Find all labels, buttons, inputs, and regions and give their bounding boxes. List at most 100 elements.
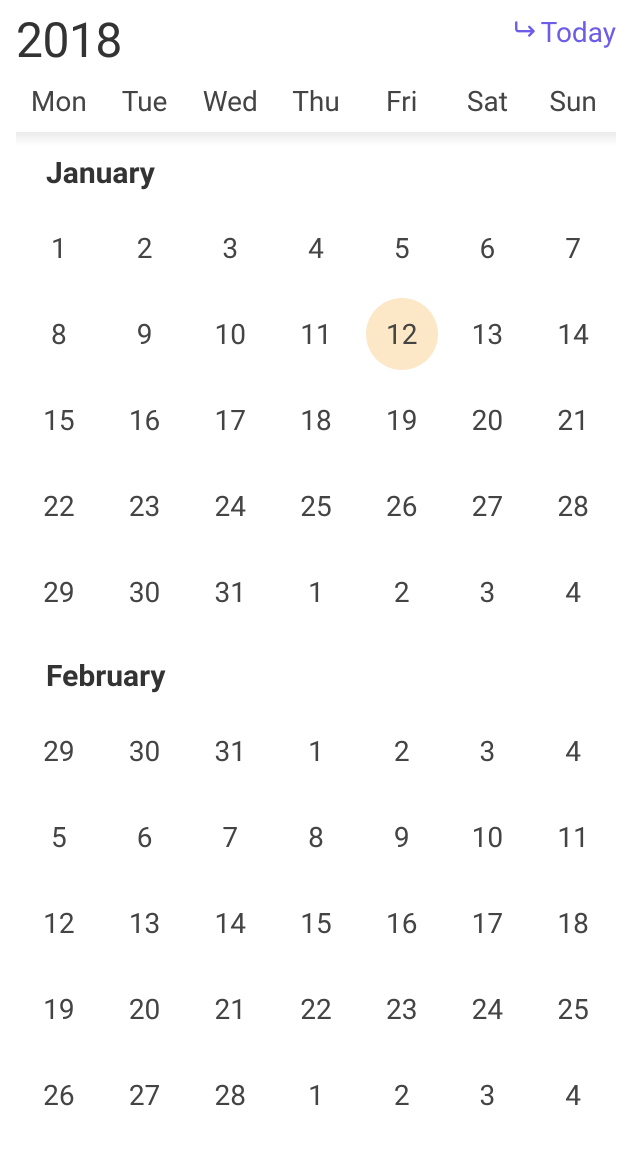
day-number: 15 (300, 907, 331, 940)
day-cell[interactable]: 30 (102, 549, 188, 635)
day-number: 23 (386, 993, 417, 1026)
day-cell[interactable]: 5 (359, 205, 445, 291)
day-grid: 2930311234567891011121314151617181920212… (16, 708, 616, 1138)
day-cell[interactable]: 2 (359, 549, 445, 635)
day-cell[interactable]: 14 (187, 880, 273, 966)
day-number: 12 (386, 318, 417, 351)
day-cell[interactable]: 26 (359, 463, 445, 549)
day-cell[interactable]: 6 (445, 205, 531, 291)
months-scroll-area[interactable]: January123456789101112131415161718192021… (16, 132, 616, 1152)
day-cell[interactable]: 30 (102, 708, 188, 794)
day-cell[interactable]: 20 (102, 966, 188, 1052)
day-cell[interactable]: 23 (359, 966, 445, 1052)
day-cell[interactable]: 8 (16, 291, 102, 377)
day-cell[interactable]: 20 (445, 377, 531, 463)
day-cell[interactable]: 13 (102, 880, 188, 966)
year-label: 2018 (16, 12, 122, 69)
month-name: January (16, 156, 616, 205)
day-cell[interactable]: 1 (273, 549, 359, 635)
day-number: 19 (43, 993, 74, 1026)
day-cell[interactable]: 25 (273, 463, 359, 549)
day-cell[interactable]: 24 (445, 966, 531, 1052)
day-number: 25 (300, 490, 331, 523)
day-number: 13 (129, 907, 160, 940)
day-cell[interactable]: 18 (273, 377, 359, 463)
day-cell[interactable]: 4 (530, 708, 616, 794)
day-cell[interactable]: 16 (102, 377, 188, 463)
day-cell[interactable]: 7 (187, 794, 273, 880)
day-cell[interactable]: 11 (273, 291, 359, 377)
day-cell[interactable]: 19 (359, 377, 445, 463)
day-cell[interactable]: 27 (445, 463, 531, 549)
day-cell[interactable]: 1 (273, 708, 359, 794)
day-cell[interactable]: 11 (530, 794, 616, 880)
day-cell[interactable]: 9 (359, 794, 445, 880)
day-number: 4 (565, 576, 581, 609)
day-cell[interactable]: 14 (530, 291, 616, 377)
day-cell[interactable]: 31 (187, 549, 273, 635)
day-cell[interactable]: 4 (530, 549, 616, 635)
weekday-tue: Tue (102, 85, 188, 118)
day-cell[interactable]: 29 (16, 708, 102, 794)
day-cell[interactable]: 28 (187, 1052, 273, 1138)
day-cell[interactable]: 31 (187, 708, 273, 794)
day-number: 26 (43, 1079, 74, 1112)
day-number: 4 (308, 232, 324, 265)
day-cell[interactable]: 26 (16, 1052, 102, 1138)
day-cell[interactable]: 15 (16, 377, 102, 463)
day-cell[interactable]: 16 (359, 880, 445, 966)
day-cell[interactable]: 12 (359, 291, 445, 377)
day-cell[interactable]: 17 (445, 880, 531, 966)
day-cell[interactable]: 1 (16, 205, 102, 291)
day-cell[interactable]: 1 (273, 1052, 359, 1138)
day-number: 3 (222, 232, 238, 265)
day-number: 8 (51, 318, 67, 351)
day-cell[interactable]: 5 (16, 794, 102, 880)
day-number: 8 (308, 821, 324, 854)
day-cell[interactable]: 3 (187, 205, 273, 291)
day-cell[interactable]: 6 (102, 794, 188, 880)
day-cell[interactable]: 19 (16, 966, 102, 1052)
day-number: 28 (557, 490, 588, 523)
day-cell[interactable]: 4 (530, 1052, 616, 1138)
day-cell[interactable]: 29 (16, 549, 102, 635)
day-cell[interactable]: 8 (273, 794, 359, 880)
day-cell[interactable]: 25 (530, 966, 616, 1052)
day-cell[interactable]: 3 (445, 549, 531, 635)
day-cell[interactable]: 18 (530, 880, 616, 966)
day-cell[interactable]: 3 (445, 708, 531, 794)
day-cell[interactable]: 21 (530, 377, 616, 463)
day-cell[interactable]: 7 (530, 205, 616, 291)
day-cell[interactable]: 2 (102, 205, 188, 291)
day-cell[interactable]: 12 (16, 880, 102, 966)
day-number: 1 (51, 232, 67, 265)
day-cell[interactable]: 21 (187, 966, 273, 1052)
day-number: 7 (222, 821, 238, 854)
day-cell[interactable]: 22 (273, 966, 359, 1052)
day-cell[interactable]: 15 (273, 880, 359, 966)
day-cell[interactable]: 13 (445, 291, 531, 377)
day-cell[interactable]: 9 (102, 291, 188, 377)
day-number: 29 (43, 576, 74, 609)
day-number: 6 (480, 232, 496, 265)
day-number: 12 (43, 907, 74, 940)
day-number: 27 (472, 490, 503, 523)
day-cell[interactable]: 23 (102, 463, 188, 549)
day-number: 11 (300, 318, 331, 351)
day-cell[interactable]: 27 (102, 1052, 188, 1138)
day-cell[interactable]: 28 (530, 463, 616, 549)
day-cell[interactable]: 10 (445, 794, 531, 880)
today-button[interactable]: Today (513, 16, 616, 49)
day-number: 7 (565, 232, 581, 265)
day-cell[interactable]: 4 (273, 205, 359, 291)
day-cell[interactable]: 17 (187, 377, 273, 463)
day-cell[interactable]: 10 (187, 291, 273, 377)
weekday-thu: Thu (273, 85, 359, 118)
day-cell[interactable]: 22 (16, 463, 102, 549)
day-cell[interactable]: 3 (445, 1052, 531, 1138)
day-cell[interactable]: 24 (187, 463, 273, 549)
day-cell[interactable]: 2 (359, 708, 445, 794)
day-cell[interactable]: 2 (359, 1052, 445, 1138)
day-number: 29 (43, 735, 74, 768)
day-number: 23 (129, 490, 160, 523)
